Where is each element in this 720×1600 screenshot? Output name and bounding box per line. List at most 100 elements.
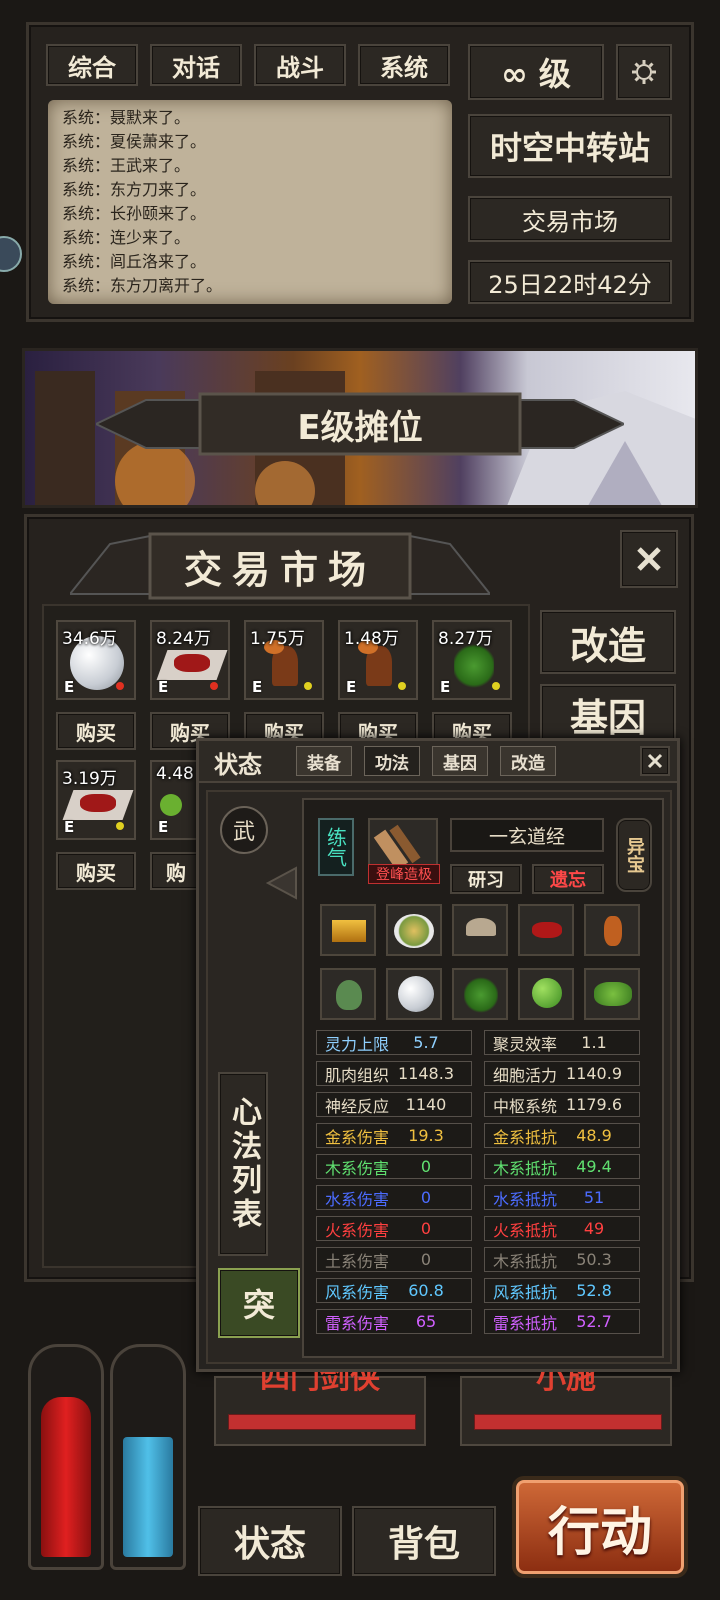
item-price: 1.48万 — [344, 629, 399, 649]
tab-dialogue[interactable]: 对话 — [150, 44, 242, 86]
close-button[interactable] — [620, 530, 678, 588]
sub-location-button[interactable]: 交易市场 — [468, 196, 672, 242]
market-item[interactable]: 8.24万 E — [150, 620, 230, 700]
ingredient-slot[interactable] — [584, 968, 640, 1020]
item-grade: E — [64, 818, 75, 836]
item-grade: E — [252, 678, 263, 696]
green-beans-icon — [160, 794, 182, 816]
tab-gene[interactable]: 基因 — [432, 746, 488, 776]
treasure-button[interactable]: 异宝 — [616, 818, 652, 892]
buy-button[interactable]: 购买 — [56, 712, 136, 750]
market-title: 交易市场 — [183, 547, 376, 592]
tab-system[interactable]: 系统 — [358, 44, 450, 86]
market-item[interactable]: 8.27万 E — [432, 620, 512, 700]
market-item[interactable]: 34.6万 E — [56, 620, 136, 700]
red-powder-icon — [532, 922, 562, 938]
ingredient-slot[interactable] — [452, 904, 508, 956]
gear-icon — [632, 60, 656, 84]
stat-label: 神经反应 — [325, 1096, 390, 1116]
chat-line: 系统：王武来了。 — [62, 156, 191, 175]
pearl-icon — [398, 976, 434, 1012]
tab-modify[interactable]: 改造 — [500, 746, 556, 776]
stat-value: 0 — [420, 1188, 432, 1207]
ingredient-slot[interactable] — [320, 968, 376, 1020]
stat-value: 0 — [420, 1250, 432, 1269]
stat-label: 火系抵抗 — [493, 1220, 558, 1240]
banner-title: E级摊位 — [297, 407, 423, 448]
ingredient-slot[interactable] — [386, 968, 442, 1020]
stat-label: 土系伤害 — [325, 1251, 390, 1271]
stat-value: 52.7 — [576, 1312, 612, 1331]
ingredient-slot[interactable] — [584, 904, 640, 956]
ingredient-slot[interactable] — [320, 904, 376, 956]
chat-line: 系统：东方刀离开了。 — [62, 276, 223, 295]
stat-value: 65 — [415, 1312, 437, 1331]
close-icon — [647, 753, 663, 769]
stat-label: 中枢系统 — [493, 1096, 558, 1116]
stat-label: 金系抵抗 — [493, 1127, 558, 1147]
item-grade: E — [440, 678, 451, 696]
stat-label: 肌肉组织 — [325, 1065, 390, 1085]
action-button[interactable]: 行动 — [512, 1476, 688, 1578]
target-hp-bar — [228, 1414, 416, 1430]
chat-log[interactable]: 系统：聂默来了。 系统：夏侯萧来了。 系统：王武来了。 系统：东方刀来了。 系统… — [48, 100, 452, 304]
tab-battle[interactable]: 战斗 — [254, 44, 346, 86]
hp-vial — [28, 1344, 104, 1570]
stat-value: 1148.3 — [398, 1064, 454, 1083]
target-card[interactable]: 小施 — [460, 1372, 672, 1446]
status-button[interactable]: 状态 — [198, 1506, 342, 1576]
study-button[interactable]: 研习 — [450, 864, 522, 894]
ingredient-slot[interactable] — [518, 904, 574, 956]
tab-skills[interactable]: 功法 — [364, 746, 420, 776]
stat-label: 细胞活力 — [493, 1065, 558, 1085]
side-handle[interactable] — [0, 236, 22, 272]
stat-value: 1140.9 — [566, 1064, 622, 1083]
ingredient-slot[interactable] — [518, 968, 574, 1020]
martial-badge[interactable]: 武 — [220, 806, 268, 854]
forget-button[interactable]: 遗忘 — [532, 864, 604, 894]
chat-line: 系统：东方刀来了。 — [62, 180, 207, 199]
bag-button[interactable]: 背包 — [352, 1506, 496, 1576]
stat-value: 60.8 — [408, 1281, 444, 1300]
skill-list-button[interactable]: 心法列表 — [218, 1072, 268, 1256]
gold-ingot-icon — [332, 920, 366, 942]
market-item[interactable]: 3.19万 E — [56, 760, 136, 840]
market-title-plate: 交易市场 — [70, 524, 490, 604]
stat-value: 1140 — [405, 1095, 447, 1114]
buy-button[interactable]: 购买 — [56, 852, 136, 890]
stat-cell: 雷系抵抗 52.7 — [484, 1309, 640, 1334]
stat-cell: 金系伤害 19.3 — [316, 1123, 472, 1148]
target-name: 小施 — [536, 1372, 596, 1396]
arrow-left-icon[interactable] — [266, 866, 306, 900]
market-item[interactable]: 1.75万 E — [244, 620, 324, 700]
ingredient-slot[interactable] — [386, 904, 442, 956]
stat-cell: 肌肉组织 1148.3 — [316, 1061, 472, 1086]
item-price: 8.27万 — [438, 629, 493, 649]
stat-cell: 金系抵抗 48.9 — [484, 1123, 640, 1148]
buy-button[interactable]: 购 — [150, 852, 200, 890]
tab-equipment[interactable]: 装备 — [296, 746, 352, 776]
settings-button[interactable] — [616, 44, 672, 100]
stat-label: 火系伤害 — [325, 1220, 390, 1240]
item-grade: E — [64, 678, 75, 696]
breakthrough-button[interactable]: 突 — [218, 1268, 300, 1338]
modify-button[interactable]: 改造 — [540, 610, 676, 674]
ingredient-slot[interactable] — [452, 968, 508, 1020]
tab-all[interactable]: 综合 — [46, 44, 138, 86]
herb-icon — [454, 642, 494, 690]
market-item[interactable]: 1.48万 E — [338, 620, 418, 700]
level-indicator: ∞ 级 — [468, 44, 604, 100]
rarity-dot — [304, 682, 312, 690]
mushroom-tree-icon — [604, 916, 622, 946]
location-title: 时空中转站 — [468, 114, 672, 178]
stat-cell: 水系抵抗 51 — [484, 1185, 640, 1210]
chat-line: 系统：长孙颐来了。 — [62, 204, 207, 223]
gene-button[interactable]: 基因 — [540, 684, 676, 744]
stat-label: 金系伤害 — [325, 1127, 390, 1147]
item-price: 34.6万 — [62, 629, 117, 649]
target-card[interactable]: 四门剑侠 — [214, 1372, 426, 1446]
stat-value: 49 — [583, 1219, 605, 1238]
status-close-button[interactable] — [640, 746, 670, 776]
stat-value: 0 — [420, 1157, 432, 1176]
stat-value: 1179.6 — [566, 1095, 622, 1114]
